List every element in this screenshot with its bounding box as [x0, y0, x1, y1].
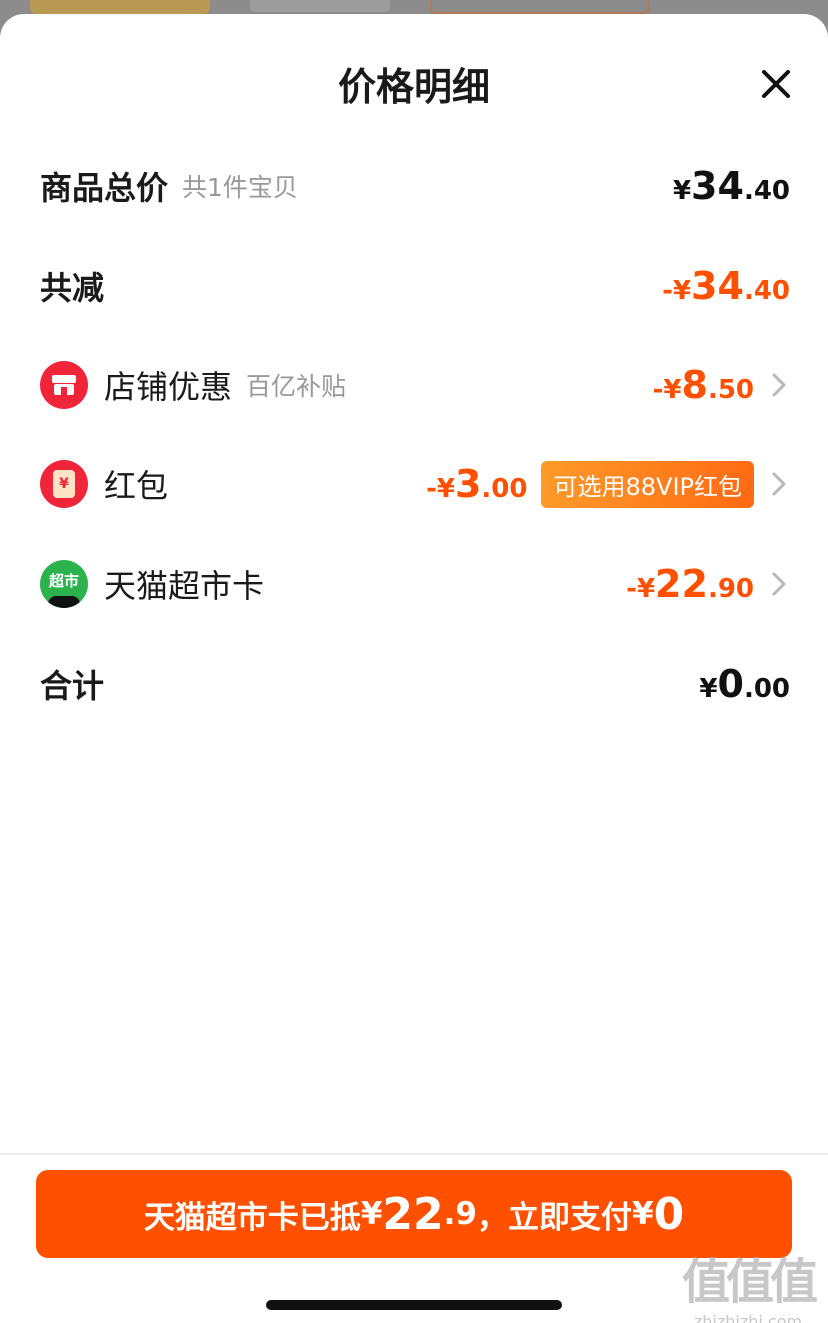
watermark-logo: 值值值 zhizhizhi.com [681, 1254, 818, 1323]
home-indicator[interactable] [266, 1300, 562, 1310]
row-total-discount: 共减 -¥ 34 .40 [40, 256, 790, 316]
background-text [250, 0, 390, 12]
row-supermarket-card[interactable]: 超市 天猫超市卡 -¥ 22 .90 [40, 554, 790, 614]
total-discount-label: 共减 [40, 269, 105, 307]
background-thumbnail [30, 0, 210, 14]
close-icon [762, 70, 790, 98]
background-tag [430, 0, 650, 14]
row-red-packet[interactable]: ¥ 红包 -¥ 3 .00 可选用88VIP红包 [40, 454, 790, 514]
supermarket-card-label: 天猫超市卡 [104, 567, 265, 605]
store-icon [40, 361, 88, 409]
store-discount-price: -¥ 8 .50 [652, 363, 754, 407]
total-discount-price: -¥ 34 .40 [662, 264, 790, 308]
sheet-title: 价格明细 [337, 65, 490, 109]
footer-divider [0, 1153, 828, 1155]
red-packet-icon: ¥ [40, 460, 88, 508]
goods-total-label: 商品总价 [40, 169, 169, 207]
goods-count: 共1件宝贝 [182, 173, 298, 202]
vip-red-packet-badge[interactable]: 可选用88VIP红包 [541, 460, 754, 508]
tmall-supermarket-icon: 超市 [40, 560, 88, 608]
sum-label: 合计 [40, 667, 105, 705]
close-button[interactable] [756, 64, 796, 104]
chevron-right-icon [772, 572, 786, 596]
store-discount-sub: 百亿补贴 [246, 372, 347, 401]
red-packet-label: 红包 [104, 467, 169, 505]
chevron-right-icon [772, 472, 786, 496]
chevron-right-icon [772, 373, 786, 397]
store-discount-label: 店铺优惠 [104, 368, 233, 406]
goods-total-price: ¥ 34 .40 [672, 164, 790, 208]
row-store-discount[interactable]: 店铺优惠 百亿补贴 -¥ 8 .50 [40, 355, 790, 415]
red-packet-price: -¥ 3 .00 [426, 462, 528, 506]
price-detail-sheet: 价格明细 商品总价 共1件宝贝 ¥ 34 .40 共减 -¥ 34 .40 店铺… [0, 14, 828, 1323]
sum-price: ¥ 0 .00 [699, 662, 790, 706]
row-goods-total: 商品总价 共1件宝贝 ¥ 34 .40 [40, 156, 790, 216]
supermarket-card-price: -¥ 22 .90 [626, 562, 754, 606]
row-sum: 合计 ¥ 0 .00 [40, 654, 790, 714]
